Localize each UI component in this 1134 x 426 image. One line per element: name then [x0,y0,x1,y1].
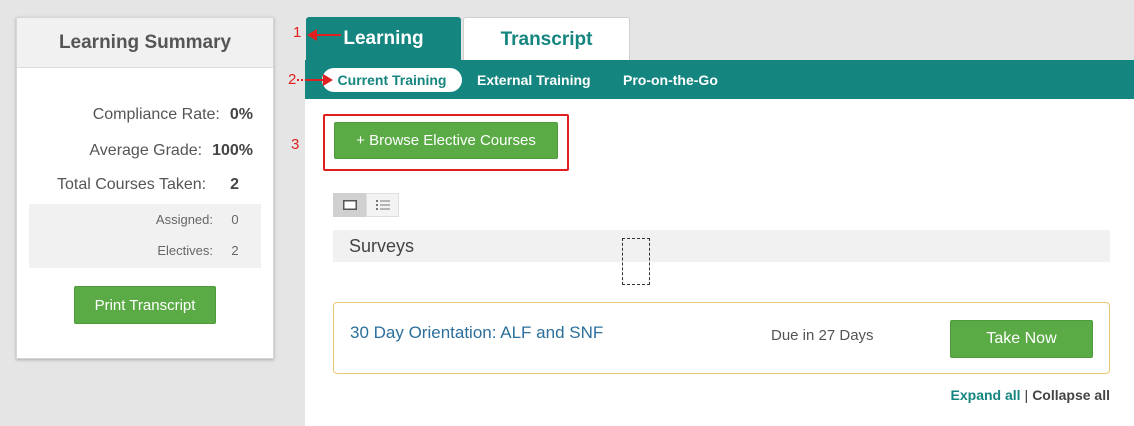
expand-collapse-controls: Expand all | Collapse all [951,387,1110,403]
assigned-value: 0 [231,212,239,227]
list-view-icon[interactable] [366,193,399,217]
selection-outline [622,238,650,285]
print-transcript-button[interactable]: Print Transcript [74,286,216,324]
electives-value: 2 [231,243,239,258]
learning-summary-card: Learning Summary Compliance Rate: 0% Ave… [16,17,274,359]
subnav-external-training[interactable]: External Training [477,68,591,92]
annotation-number-2: 2 [288,71,297,88]
surveys-header: Surveys [333,230,1110,262]
subnav-current-training[interactable]: Current Training [322,68,462,92]
total-courses-value: 2 [230,176,239,193]
learning-summary-title: Learning Summary [17,18,273,68]
total-courses-row: Total Courses Taken: 2 [57,176,239,194]
view-toggle [333,193,399,217]
card-view-icon[interactable] [333,193,366,217]
compliance-rate-value: 0% [229,106,253,123]
assigned-label: Assigned: [155,212,213,227]
course-due-text: Due in 27 Days [771,327,874,344]
subnav-pro-on-the-go[interactable]: Pro-on-the-Go [623,68,718,92]
assigned-row: Assigned: 0 [156,212,239,227]
tab-transcript[interactable]: Transcript [463,17,630,61]
annotation-number-3: 3 [291,136,300,153]
compliance-rate-row: Compliance Rate: 0% [93,106,253,124]
average-grade-label: Average Grade: [89,142,203,159]
collapse-all-link[interactable]: Collapse all [1032,387,1110,403]
course-title-link[interactable]: 30 Day Orientation: ALF and SNF [350,323,603,343]
take-now-button[interactable]: Take Now [950,320,1093,358]
course-breakdown: Assigned: 0 Electives: 2 [29,204,261,268]
training-subnav: Current Training External Training Pro-o… [305,60,1134,99]
compliance-rate-label: Compliance Rate: [92,106,220,123]
expand-all-link[interactable]: Expand all [951,387,1021,403]
total-courses-label: Total Courses Taken: [56,176,207,193]
annotation-arrow-2 [297,74,333,86]
annotation-number-1: 1 [293,24,302,41]
average-grade-value: 100% [212,142,253,159]
average-grade-row: Average Grade: 100% [89,142,253,160]
browse-elective-courses-button[interactable]: + Browse Elective Courses [334,122,558,159]
annotation-arrow-1 [307,29,341,41]
course-card: 30 Day Orientation: ALF and SNF Due in 2… [333,302,1110,374]
expand-collapse-separator: | [1024,387,1029,403]
electives-label: Electives: [157,243,213,258]
electives-row: Electives: 2 [157,243,239,258]
